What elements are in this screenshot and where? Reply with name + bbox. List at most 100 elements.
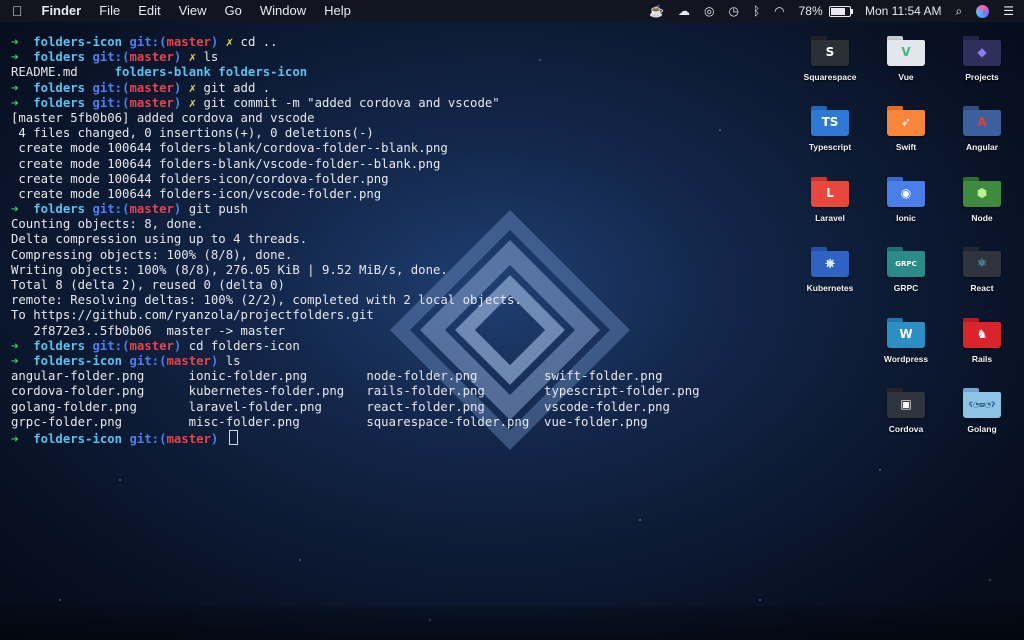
time-machine-icon[interactable]: ◷ xyxy=(728,0,738,22)
rails-folder-icon: ♞ xyxy=(963,318,1001,348)
ls-dirs: folders-blank folders-icon xyxy=(114,65,308,80)
wordpress-folder-icon: W xyxy=(887,318,925,348)
menu-file[interactable]: File xyxy=(90,0,129,22)
search-icon[interactable]: ⌕ xyxy=(956,0,963,22)
desktop-folder-cordova[interactable]: ▣ Cordova xyxy=(868,388,944,434)
menu-go[interactable]: Go xyxy=(216,0,251,22)
desktop-folder-rails[interactable]: ♞ Rails xyxy=(944,318,1020,364)
kubernetes-folder-icon: ⎈ xyxy=(811,247,849,277)
siri-icon[interactable] xyxy=(976,4,990,18)
folder-glyph: TS xyxy=(821,115,839,129)
prompt-arrow: ➜ xyxy=(11,353,34,368)
swift-folder-icon: ➶ xyxy=(887,106,925,136)
prompt-dir: folders xyxy=(33,202,93,217)
terminal-output[interactable]: ➜ folders-icon git:(master) ✗ cd .. ➜ fol… xyxy=(11,35,781,446)
prompt-git: git:( xyxy=(92,50,130,65)
desktop-folder-label: Rails xyxy=(971,354,993,364)
desktop-folder-golang[interactable]: ʕ◔ϖ◔ʔ Golang xyxy=(944,388,1020,434)
prompt-branch: master xyxy=(166,35,211,49)
prompt-branch: master xyxy=(129,95,174,110)
bluetooth-icon[interactable]: ᛒ xyxy=(753,0,760,22)
prompt-dirty-mark: ✗ xyxy=(188,50,204,65)
prompt-command: git commit -m "added cordova and vscode" xyxy=(203,95,500,110)
desktop-folder-kubernetes[interactable]: ⎈ Kubernetes xyxy=(792,247,868,293)
desktop-folder-label: Typescript xyxy=(808,142,852,152)
desktop-folder-typescript[interactable]: TS Typescript xyxy=(792,106,868,152)
desktop-folder-node[interactable]: ⬢ Node xyxy=(944,177,1020,223)
squarespace-folder-icon: S xyxy=(811,36,849,66)
apple-menu-icon[interactable]:  xyxy=(12,3,33,19)
cordova-folder-icon: ▣ xyxy=(887,388,925,418)
desktop-folder-label: Laravel xyxy=(815,213,845,223)
prompt-line: ➜ folders-icon git:(master) ✗ cd .. xyxy=(11,35,781,50)
desktop-folder-label: Cordova xyxy=(888,424,924,434)
prompt-arrow: ➜ xyxy=(11,431,34,446)
prompt-git-close: ) xyxy=(210,353,226,368)
homebrew-icon[interactable]: ☕ xyxy=(649,0,664,22)
desktop-folder-grpc[interactable]: GRPC GRPC xyxy=(868,247,944,293)
desktop-folder-label: Ionic xyxy=(896,213,916,223)
desktop-folder-squarespace[interactable]: S Squarespace xyxy=(792,36,868,82)
prompt-arrow: ➜ xyxy=(11,202,34,217)
desktop-folder-swift[interactable]: ➶ Swift xyxy=(868,106,944,152)
notification-center-icon[interactable]: ☰ xyxy=(1003,0,1014,22)
prompt-command: git add . xyxy=(203,80,271,95)
menu-clock[interactable]: Mon 11:54 AM xyxy=(865,0,942,22)
ionic-folder-icon: ◉ xyxy=(887,177,925,207)
prompt-line: ➜ folders-icon git:(master) xyxy=(11,429,781,446)
commit-output-line: 4 files changed, 0 insertions(+), 0 dele… xyxy=(11,126,374,141)
projects-folder-icon: ◆ xyxy=(963,36,1001,66)
desktop-folder-laravel[interactable]: L Laravel xyxy=(792,177,868,223)
prompt-git: git:( xyxy=(92,80,130,95)
folder-glyph: A xyxy=(977,115,987,129)
prompt-command: ls xyxy=(225,353,241,368)
creative-cloud-icon[interactable]: ◎ xyxy=(704,0,714,22)
wallpaper-horizon xyxy=(0,606,1024,640)
grpc-folder-icon: GRPC xyxy=(887,247,925,277)
desktop-folder-ionic[interactable]: ◉ Ionic xyxy=(868,177,944,223)
prompt-arrow: ➜ xyxy=(11,95,34,110)
prompt-line: ➜ folders git:(master) ✗ ls xyxy=(11,50,781,65)
desktop-folder-label: React xyxy=(970,283,994,293)
folder-glyph: ʕ◔ϖ◔ʔ xyxy=(968,401,996,409)
menu-view[interactable]: View xyxy=(170,0,216,22)
ls-icons-line: cordova-folder.png kubernetes-folder.png… xyxy=(11,384,700,399)
folder-glyph: ➶ xyxy=(900,115,912,129)
desktop-folder-angular[interactable]: A Angular xyxy=(944,106,1020,152)
vue-folder-icon: V xyxy=(887,36,925,66)
cloud-icon[interactable]: ☁ xyxy=(678,0,690,22)
prompt-git: git:( xyxy=(92,95,130,110)
ls-output-line: README.md folders-blank folders-icon xyxy=(11,65,781,80)
terminal-cursor xyxy=(228,429,238,445)
folder-glyph: ⬢ xyxy=(976,186,988,200)
prompt-git-close: ) xyxy=(173,80,189,95)
push-output-line: Compressing objects: 100% (8/8), done. xyxy=(11,247,293,262)
menu-app-name[interactable]: Finder xyxy=(33,0,91,22)
desktop-folder-projects[interactable]: ◆ Projects xyxy=(944,36,1020,82)
desktop-folder-vue[interactable]: V Vue xyxy=(868,36,944,82)
prompt-git: git:( xyxy=(129,35,167,49)
prompt-dir: folders xyxy=(33,80,93,95)
menu-window[interactable]: Window xyxy=(251,0,315,22)
prompt-arrow: ➜ xyxy=(11,35,34,49)
desktop-folder-label: Kubernetes xyxy=(806,283,854,293)
node-folder-icon: ⬢ xyxy=(963,177,1001,207)
prompt-dir: folders xyxy=(33,50,93,65)
folder-glyph: GRPC xyxy=(895,260,917,268)
desktop-folder-wordpress[interactable]: W Wordpress xyxy=(868,318,944,364)
battery-status[interactable]: 78% xyxy=(799,0,853,22)
desktop-folder-label: Angular xyxy=(965,142,999,152)
wifi-icon[interactable]: ◠ xyxy=(774,0,784,22)
desktop-folder-react[interactable]: ⚛ React xyxy=(944,247,1020,293)
prompt-dir: folders-icon xyxy=(33,353,130,368)
prompt-command: cd folders-icon xyxy=(188,338,300,353)
prompt-git-close: ) xyxy=(173,95,189,110)
prompt-branch: master xyxy=(129,202,174,217)
prompt-branch: master xyxy=(129,50,174,65)
prompt-git-close: ) xyxy=(173,50,189,65)
menu-edit[interactable]: Edit xyxy=(129,0,169,22)
commit-output-line: create mode 100644 folders-icon/vscode-f… xyxy=(11,186,382,201)
desktop-folder-label: GRPC xyxy=(893,283,919,293)
menu-help[interactable]: Help xyxy=(315,0,360,22)
prompt-branch: master xyxy=(166,353,211,368)
